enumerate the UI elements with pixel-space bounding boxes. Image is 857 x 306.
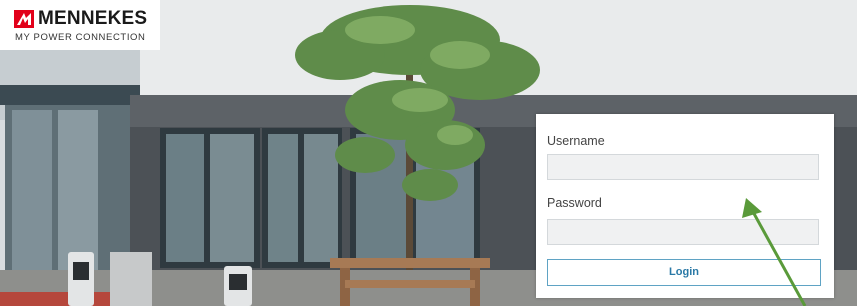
brand-name: MENNEKES bbox=[38, 8, 148, 29]
login-panel: Username Password Login bbox=[536, 114, 834, 298]
username-label: Username bbox=[547, 134, 605, 148]
username-field[interactable] bbox=[547, 154, 819, 180]
password-field[interactable] bbox=[547, 219, 819, 245]
mennekes-logo-icon bbox=[14, 10, 34, 28]
brand-logo: MENNEKES MY POWER CONNECTION bbox=[0, 0, 160, 50]
brand-tagline: MY POWER CONNECTION bbox=[15, 32, 146, 43]
login-button[interactable]: Login bbox=[547, 259, 821, 286]
password-label: Password bbox=[547, 196, 602, 210]
